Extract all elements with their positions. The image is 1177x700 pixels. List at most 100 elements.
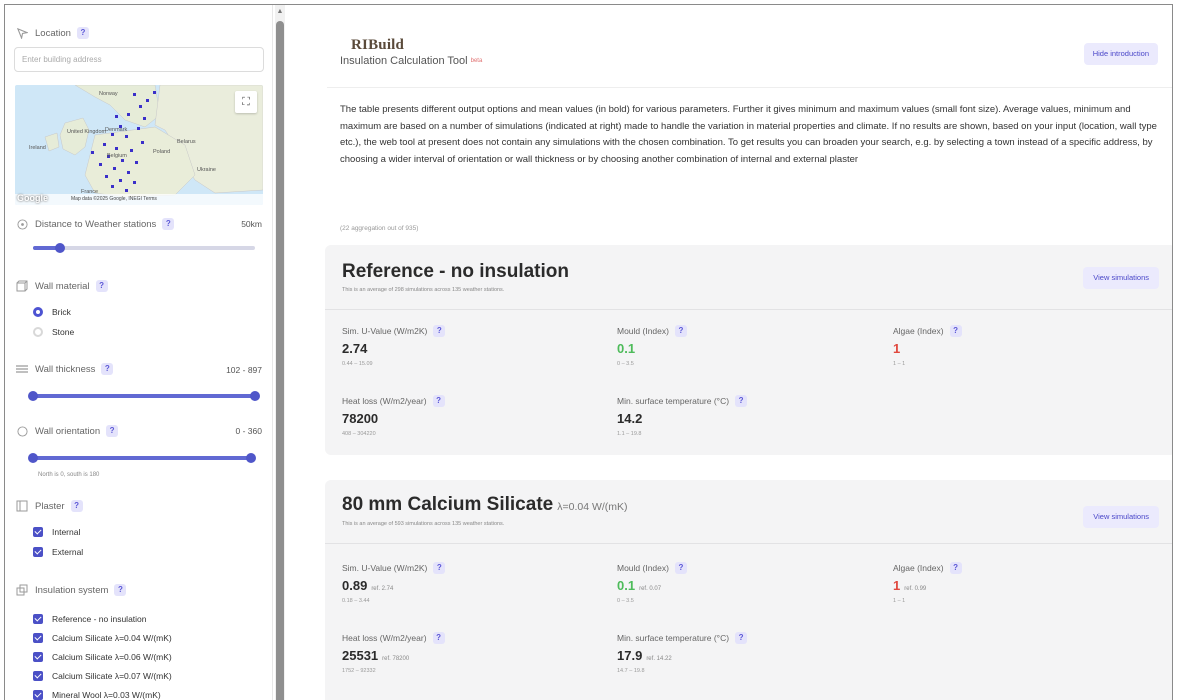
option-label: Calcium Silicate λ=0.06 W/(mK) [52, 652, 172, 662]
insulation-option[interactable]: Calcium Silicate λ=0.07 W/(mK) [33, 669, 172, 683]
insulation-label: Insulation system [35, 584, 109, 596]
wall-orientation-help-icon[interactable]: ? [106, 425, 119, 437]
help-icon[interactable]: ? [432, 395, 445, 407]
checkbox-checked[interactable] [33, 614, 43, 624]
help-icon[interactable]: ? [949, 325, 962, 337]
distance-slider[interactable] [33, 243, 255, 253]
wall-thickness-help-icon[interactable]: ? [101, 363, 114, 375]
insulation-option[interactable]: Calcium Silicate λ=0.06 W/(mK) [33, 650, 172, 664]
wall-orientation-slider[interactable] [28, 453, 256, 463]
wall-thickness-max-handle[interactable] [250, 391, 260, 401]
results-panel: RIBuild Insulation Calculation Tool beta … [287, 5, 1172, 700]
header-divider [327, 87, 1172, 88]
insulation-option[interactable]: Reference - no insulation [33, 612, 147, 626]
introduction-text: The table presents different output opti… [340, 104, 1157, 165]
wall-material-label: Wall material [35, 280, 90, 292]
metric-min-surface-temp: Min. surface temperature (°C)? 17.9 ref. … [617, 632, 748, 674]
wall-thickness-slider[interactable] [28, 391, 260, 401]
metric-value: 25531 [342, 648, 379, 663]
help-icon[interactable]: ? [674, 325, 687, 337]
wall-material-help-icon[interactable]: ? [95, 280, 108, 292]
insulation-option[interactable]: Mineral Wool λ=0.03 W/(mK) [33, 688, 161, 700]
scroll-up-arrow-icon[interactable]: ▲ [276, 7, 284, 17]
sidebar-scrollbar-thumb[interactable] [276, 21, 284, 700]
hide-introduction-button[interactable]: Hide introduction [1083, 43, 1158, 65]
wall-orientation-slider-fill [33, 456, 251, 460]
address-input[interactable] [14, 47, 264, 72]
filter-sidebar: Location ? Enter building address Norway… [5, 5, 273, 700]
help-icon[interactable]: ? [735, 395, 748, 407]
metric-algae: Algae (Index)? 1 1 – 1 [893, 325, 962, 367]
metric-range: 0 – 3.5 [617, 361, 634, 367]
map-label: Denmark [105, 127, 128, 133]
wall-material-option-brick[interactable]: Brick [33, 305, 71, 319]
map-label: Poland [153, 149, 170, 155]
orientation-hint: North is 0, south is 180 [38, 472, 100, 478]
help-icon[interactable]: ? [432, 632, 445, 644]
view-simulations-button[interactable]: View simulations [1083, 506, 1159, 528]
fullscreen-icon[interactable]: ⛶ [235, 91, 257, 113]
map-label: Ukraine [197, 167, 216, 173]
result-card-reference: Reference - no insulation This is an ave… [325, 245, 1172, 455]
metric-reference: ref. 14.22 [646, 656, 672, 662]
help-icon[interactable]: ? [433, 562, 446, 574]
wall-thickness-label: Wall thickness [35, 363, 96, 375]
distance-value: 50km [241, 219, 262, 229]
wall-thickness-header: Wall thickness ? [15, 362, 114, 376]
metric-value: 17.9 [617, 648, 643, 663]
result-card-calcium-silicate: 80 mm Calcium Silicate λ=0.04 W/(mK) This… [325, 480, 1172, 700]
option-label: Stone [52, 327, 75, 337]
card-title: 80 mm Calcium Silicate λ=0.04 W/(mK) [342, 494, 628, 515]
map-label: Norway [99, 91, 118, 97]
insulation-help-icon[interactable]: ? [114, 584, 127, 596]
metric-range: 1 – 1 [893, 361, 906, 367]
wall-orientation-max-handle[interactable] [246, 453, 256, 463]
map-label: Belgium [107, 153, 127, 159]
plaster-option-internal[interactable]: Internal [33, 525, 80, 539]
layers-icon [15, 362, 29, 376]
metric-min-surface-temp: Min. surface temperature (°C)? 14.2 1.1 … [617, 395, 748, 437]
wall-orientation-min-handle[interactable] [28, 453, 38, 463]
map-attribution: Map data ©2025 Google, INEGI Terms [15, 194, 263, 205]
metric-range: 1.1 – 19.8 [617, 431, 642, 437]
location-label: Location [35, 27, 71, 39]
metric-range: 0.18 – 3.44 [342, 598, 370, 604]
aggregation-count: (22 aggregation out of 935) [340, 225, 419, 232]
help-icon[interactable]: ? [433, 325, 446, 337]
plaster-label: Plaster [35, 500, 65, 512]
radio-selected[interactable] [33, 307, 43, 317]
wall-orientation-label: Wall orientation [35, 425, 101, 437]
checkbox-checked[interactable] [33, 633, 43, 643]
map-label: Ireland [29, 145, 46, 151]
checkbox-checked[interactable] [33, 671, 43, 681]
help-icon[interactable]: ? [674, 562, 687, 574]
distance-slider-handle[interactable] [54, 243, 65, 253]
checkbox-checked[interactable] [33, 547, 43, 557]
checkbox-checked[interactable] [33, 690, 43, 700]
option-label: Internal [52, 527, 81, 537]
distance-help-icon[interactable]: ? [162, 218, 175, 230]
map-graphic: Norway United Kingdom Ireland Denmark Po… [29, 85, 263, 198]
insulation-icon [15, 583, 29, 597]
checkbox-checked[interactable] [33, 652, 43, 662]
insulation-option[interactable]: Calcium Silicate λ=0.04 W/(mK) [33, 631, 172, 645]
map-label: Belarus [177, 139, 196, 145]
radio-unselected[interactable] [33, 327, 43, 337]
compass-icon [15, 424, 29, 438]
metric-heat-loss: Heat loss (W/m2/year)? 78200 408 – 30422… [342, 395, 445, 437]
plaster-option-external[interactable]: External [33, 545, 83, 559]
card-title: Reference - no insulation [342, 261, 569, 282]
location-help-icon[interactable]: ? [76, 27, 89, 39]
card-subtitle: This is an average of 593 simulations ac… [342, 521, 505, 527]
checkbox-checked[interactable] [33, 527, 43, 537]
wall-material-option-stone[interactable]: Stone [33, 325, 74, 339]
plaster-help-icon[interactable]: ? [70, 500, 83, 512]
weather-station-map[interactable]: Norway United Kingdom Ireland Denmark Po… [15, 85, 263, 205]
plaster-header: Plaster ? [15, 499, 83, 513]
view-simulations-button[interactable]: View simulations [1083, 267, 1159, 289]
help-icon[interactable]: ? [735, 632, 748, 644]
help-icon[interactable]: ? [949, 562, 962, 574]
metric-algae: Algae (Index)? 1 ref. 0.99 1 – 1 [893, 562, 962, 604]
wall-thickness-min-handle[interactable] [28, 391, 38, 401]
metric-value: 78200 [342, 411, 379, 426]
